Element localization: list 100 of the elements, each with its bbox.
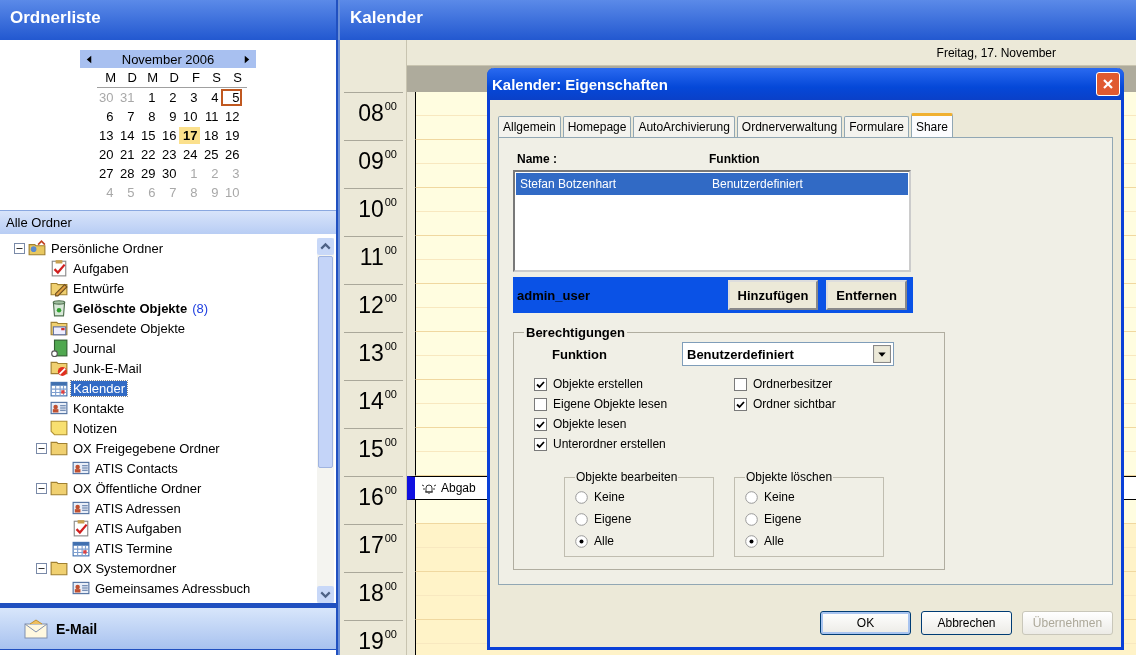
checkbox[interactable]: Objekte lesen — [534, 414, 734, 434]
folder-item[interactable]: Persönliche Ordner — [49, 240, 165, 256]
calendar-day[interactable]: 20 — [94, 146, 116, 163]
calendar-day[interactable]: 29 — [136, 165, 158, 182]
calendar-day[interactable]: 4 — [199, 89, 221, 106]
calendar-day[interactable]: 5 — [220, 89, 242, 106]
hour-label: 13 — [358, 339, 384, 367]
dialog-button[interactable]: Abbrechen — [921, 611, 1012, 635]
folder-item[interactable]: Aufgaben — [71, 260, 131, 276]
calendar-day[interactable]: 1 — [136, 89, 158, 106]
function-dropdown[interactable]: Benutzerdefiniert — [682, 342, 894, 366]
collapse-icon[interactable] — [36, 442, 47, 454]
checkbox[interactable]: Objekte erstellen — [534, 374, 734, 394]
calendar-day[interactable]: 30 — [157, 165, 179, 182]
folder-item[interactable]: Journal — [71, 340, 118, 356]
radio-icon[interactable] — [745, 512, 758, 526]
radio-icon[interactable] — [575, 512, 588, 526]
tab[interactable]: Homepage — [562, 116, 632, 137]
collapse-icon[interactable] — [14, 242, 25, 254]
checkbox-icon[interactable] — [534, 417, 547, 431]
collapse-icon[interactable] — [36, 562, 47, 574]
calendar-day[interactable]: 17 — [178, 127, 200, 144]
scrollbar[interactable] — [317, 238, 334, 603]
tab[interactable]: Formulare — [844, 116, 909, 137]
checkbox[interactable]: Ordner sichtbar — [734, 394, 934, 414]
calendar-day[interactable]: 14 — [115, 127, 137, 144]
folder-item[interactable]: OX Freigegebene Ordner — [71, 440, 222, 456]
checkbox-icon[interactable] — [534, 437, 547, 451]
checkbox[interactable]: Eigene Objekte lesen — [534, 394, 734, 414]
calendar-day[interactable]: 21 — [115, 146, 137, 163]
checkbox-icon[interactable] — [534, 377, 547, 391]
radio-button[interactable]: Eigene — [745, 508, 873, 530]
folder-item[interactable]: Junk-E-Mail — [71, 360, 144, 376]
radio-icon[interactable] — [575, 534, 588, 548]
folder-item[interactable]: OX Systemordner — [71, 560, 179, 576]
radio-button[interactable]: Eigene — [575, 508, 703, 530]
calendar-day[interactable]: 11 — [199, 108, 221, 125]
close-button[interactable] — [1096, 72, 1120, 96]
folder-item[interactable]: Gesendete Objekte — [71, 320, 188, 336]
folder-item[interactable]: Kalender — [71, 380, 128, 396]
calendar-day[interactable]: 9 — [157, 108, 179, 125]
calendar-day[interactable]: 15 — [136, 127, 158, 144]
folder-item[interactable]: ATIS Adressen — [93, 500, 183, 516]
calendar-day[interactable]: 25 — [199, 146, 221, 163]
folder-item[interactable]: OX Öffentliche Ordner — [71, 480, 204, 496]
folder-item[interactable]: Gemeinsames Adressbuch — [93, 580, 253, 596]
checkbox[interactable]: Unterordner erstellen — [534, 434, 734, 454]
calendar-day[interactable]: 8 — [136, 108, 158, 125]
previous-icon[interactable] — [86, 54, 92, 64]
calendar-day[interactable]: 22 — [136, 146, 158, 163]
radio-button[interactable]: Alle — [745, 530, 873, 552]
minute-label: 00 — [383, 99, 397, 113]
calendar-day[interactable]: 19 — [220, 127, 242, 144]
radio-icon[interactable] — [575, 490, 588, 504]
radio-button[interactable]: Keine — [575, 486, 703, 508]
hour-label: 08 — [358, 99, 384, 127]
add-button[interactable]: Hinzufügen — [727, 280, 819, 310]
minute-label: 00 — [383, 627, 397, 641]
scroll-up-icon[interactable] — [317, 238, 334, 255]
calendar-day[interactable]: 28 — [115, 165, 137, 182]
remove-button[interactable]: Entfernen — [826, 280, 907, 310]
list-row[interactable]: Stefan Botzenhart Benutzerdefiniert — [516, 173, 908, 195]
checkbox[interactable]: Ordnerbesitzer — [734, 374, 934, 394]
radio-icon[interactable] — [745, 490, 758, 504]
folder-item[interactable]: ATIS Aufgaben — [93, 520, 184, 536]
folder-item[interactable]: ATIS Contacts — [93, 460, 180, 476]
checkbox-icon[interactable] — [734, 377, 747, 391]
checkbox-icon[interactable] — [734, 397, 747, 411]
calendar-day[interactable]: 18 — [199, 127, 221, 144]
appointment-title: Abgab — [441, 481, 476, 495]
collapse-icon[interactable] — [36, 482, 47, 494]
calendar-day[interactable]: 10 — [178, 108, 200, 125]
calendar-day[interactable]: 23 — [157, 146, 179, 163]
folder-item[interactable]: Kontakte — [71, 400, 127, 416]
calendar-day[interactable]: 24 — [178, 146, 200, 163]
calendar-day[interactable]: 16 — [157, 127, 179, 144]
dialog-button[interactable]: OK — [820, 611, 911, 635]
radio-icon[interactable] — [745, 534, 758, 548]
tab[interactable]: AutoArchivierung — [633, 116, 735, 137]
calendar-day[interactable]: 12 — [220, 108, 242, 125]
next-icon[interactable] — [244, 54, 250, 64]
calendar-day[interactable]: 3 — [178, 89, 200, 106]
folder-item[interactable]: Gelöschte Objekte — [71, 300, 190, 316]
tab[interactable]: Share — [910, 113, 953, 137]
checkbox-icon[interactable] — [534, 397, 547, 411]
calendar-day[interactable]: 2 — [157, 89, 179, 106]
calendar-day[interactable]: 13 — [94, 127, 116, 144]
mail-nav-button[interactable]: E-Mail — [0, 608, 336, 650]
calendar-day[interactable]: 7 — [115, 108, 137, 125]
radio-button[interactable]: Alle — [575, 530, 703, 552]
scroll-down-icon[interactable] — [317, 586, 334, 603]
calendar-day[interactable]: 27 — [94, 165, 116, 182]
folder-item[interactable]: Entwürfe — [71, 280, 127, 296]
folder-item[interactable]: Notizen — [71, 420, 120, 436]
folder-item[interactable]: ATIS Termine — [93, 540, 175, 556]
tab[interactable]: Allgemein — [498, 116, 561, 137]
calendar-day[interactable]: 26 — [220, 146, 242, 163]
tab[interactable]: Ordnerverwaltung — [736, 116, 843, 137]
calendar-day[interactable]: 6 — [94, 108, 116, 125]
radio-button[interactable]: Keine — [745, 486, 873, 508]
